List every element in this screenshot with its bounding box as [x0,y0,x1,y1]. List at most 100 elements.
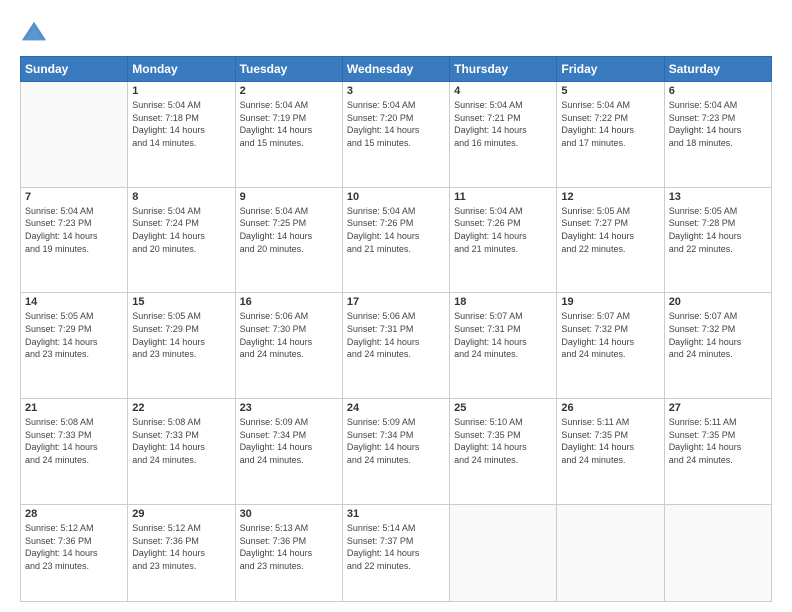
weekday-header-thursday: Thursday [450,57,557,82]
day-info: Sunrise: 5:05 AM Sunset: 7:29 PM Dayligh… [25,310,123,360]
calendar-cell: 27 Sunrise: 5:11 AM Sunset: 7:35 PM Dayli… [664,399,771,505]
week-row-1: 1 Sunrise: 5:04 AM Sunset: 7:18 PM Daylig… [21,82,772,188]
day-number: 30 [240,508,338,520]
day-info: Sunrise: 5:14 AM Sunset: 7:37 PM Dayligh… [347,522,445,572]
day-number: 26 [561,402,659,414]
day-info: Sunrise: 5:07 AM Sunset: 7:32 PM Dayligh… [669,310,767,360]
day-info: Sunrise: 5:08 AM Sunset: 7:33 PM Dayligh… [25,416,123,466]
calendar-cell: 16 Sunrise: 5:06 AM Sunset: 7:30 PM Dayli… [235,293,342,399]
calendar-cell: 20Sunrise: 5:07 AM Sunset: 7:32 PM Dayli… [664,293,771,399]
day-info: Sunrise: 5:06 AM Sunset: 7:31 PM Dayligh… [347,310,445,360]
day-info: Sunrise: 5:04 AM Sunset: 7:21 PM Dayligh… [454,99,552,149]
day-info: Sunrise: 5:05 AM Sunset: 7:28 PM Dayligh… [669,205,767,255]
day-number: 24 [347,402,445,414]
calendar-cell: 3Sunrise: 5:04 AM Sunset: 7:20 PM Daylig… [342,82,449,188]
day-number: 1 [132,85,230,97]
calendar-cell: 12 Sunrise: 5:05 AM Sunset: 7:27 PM Dayli… [557,187,664,293]
calendar-cell: 9 Sunrise: 5:04 AM Sunset: 7:25 PM Daylig… [235,187,342,293]
day-number: 17 [347,296,445,308]
day-number: 29 [132,508,230,520]
day-number: 22 [132,402,230,414]
day-number: 10 [347,191,445,203]
calendar-cell: 17 Sunrise: 5:06 AM Sunset: 7:31 PM Dayli… [342,293,449,399]
day-info: Sunrise: 5:05 AM Sunset: 7:27 PM Dayligh… [561,205,659,255]
calendar-cell [557,504,664,601]
day-info: Sunrise: 5:13 AM Sunset: 7:36 PM Dayligh… [240,522,338,572]
logo-icon [20,18,48,46]
weekday-header-sunday: Sunday [21,57,128,82]
weekday-header-tuesday: Tuesday [235,57,342,82]
calendar-cell: 29 Sunrise: 5:12 AM Sunset: 7:36 PM Dayli… [128,504,235,601]
day-info: Sunrise: 5:08 AM Sunset: 7:33 PM Dayligh… [132,416,230,466]
day-number: 16 [240,296,338,308]
calendar-cell: 4 Sunrise: 5:04 AM Sunset: 7:21 PM Daylig… [450,82,557,188]
day-info: Sunrise: 5:10 AM Sunset: 7:35 PM Dayligh… [454,416,552,466]
day-number: 19 [561,296,659,308]
calendar-cell: 2Sunrise: 5:04 AM Sunset: 7:19 PM Daylig… [235,82,342,188]
calendar-cell: 15 Sunrise: 5:05 AM Sunset: 7:29 PM Dayli… [128,293,235,399]
day-info: Sunrise: 5:09 AM Sunset: 7:34 PM Dayligh… [240,416,338,466]
day-info: Sunrise: 5:04 AM Sunset: 7:22 PM Dayligh… [561,99,659,149]
calendar-cell: 8Sunrise: 5:04 AM Sunset: 7:24 PM Daylig… [128,187,235,293]
weekday-header-wednesday: Wednesday [342,57,449,82]
calendar-cell: 10 Sunrise: 5:04 AM Sunset: 7:26 PM Dayli… [342,187,449,293]
day-number: 25 [454,402,552,414]
day-number: 18 [454,296,552,308]
day-number: 21 [25,402,123,414]
weekday-header-row: SundayMondayTuesdayWednesdayThursdayFrid… [21,57,772,82]
day-number: 12 [561,191,659,203]
day-info: Sunrise: 5:04 AM Sunset: 7:23 PM Dayligh… [669,99,767,149]
weekday-header-monday: Monday [128,57,235,82]
calendar-cell: 24Sunrise: 5:09 AM Sunset: 7:34 PM Dayli… [342,399,449,505]
day-number: 8 [132,191,230,203]
day-number: 6 [669,85,767,97]
day-number: 9 [240,191,338,203]
calendar-cell: 5 Sunrise: 5:04 AM Sunset: 7:22 PM Daylig… [557,82,664,188]
weekday-header-saturday: Saturday [664,57,771,82]
day-info: Sunrise: 5:04 AM Sunset: 7:18 PM Dayligh… [132,99,230,149]
day-number: 23 [240,402,338,414]
calendar-cell: 6 Sunrise: 5:04 AM Sunset: 7:23 PM Daylig… [664,82,771,188]
week-row-4: 21 Sunrise: 5:08 AM Sunset: 7:33 PM Dayli… [21,399,772,505]
calendar-cell: 11Sunrise: 5:04 AM Sunset: 7:26 PM Dayli… [450,187,557,293]
day-info: Sunrise: 5:07 AM Sunset: 7:32 PM Dayligh… [561,310,659,360]
day-info: Sunrise: 5:07 AM Sunset: 7:31 PM Dayligh… [454,310,552,360]
calendar-cell: 7Sunrise: 5:04 AM Sunset: 7:23 PM Daylig… [21,187,128,293]
calendar-cell: 26 Sunrise: 5:11 AM Sunset: 7:35 PM Dayli… [557,399,664,505]
day-info: Sunrise: 5:12 AM Sunset: 7:36 PM Dayligh… [132,522,230,572]
day-info: Sunrise: 5:11 AM Sunset: 7:35 PM Dayligh… [669,416,767,466]
day-number: 27 [669,402,767,414]
day-number: 5 [561,85,659,97]
calendar-cell: 18 Sunrise: 5:07 AM Sunset: 7:31 PM Dayli… [450,293,557,399]
week-row-5: 28 Sunrise: 5:12 AM Sunset: 7:36 PM Dayli… [21,504,772,601]
day-number: 2 [240,85,338,97]
day-number: 28 [25,508,123,520]
calendar-cell: 13 Sunrise: 5:05 AM Sunset: 7:28 PM Dayli… [664,187,771,293]
day-info: Sunrise: 5:11 AM Sunset: 7:35 PM Dayligh… [561,416,659,466]
calendar-cell: 31Sunrise: 5:14 AM Sunset: 7:37 PM Dayli… [342,504,449,601]
calendar-cell: 25 Sunrise: 5:10 AM Sunset: 7:35 PM Dayli… [450,399,557,505]
day-number: 11 [454,191,552,203]
day-info: Sunrise: 5:04 AM Sunset: 7:26 PM Dayligh… [347,205,445,255]
day-number: 15 [132,296,230,308]
day-info: Sunrise: 5:04 AM Sunset: 7:25 PM Dayligh… [240,205,338,255]
calendar-cell [21,82,128,188]
day-info: Sunrise: 5:05 AM Sunset: 7:29 PM Dayligh… [132,310,230,360]
calendar-cell: 21 Sunrise: 5:08 AM Sunset: 7:33 PM Dayli… [21,399,128,505]
day-number: 4 [454,85,552,97]
page: SundayMondayTuesdayWednesdayThursdayFrid… [0,0,792,612]
calendar-cell: 22 Sunrise: 5:08 AM Sunset: 7:33 PM Dayli… [128,399,235,505]
calendar-cell: 28Sunrise: 5:12 AM Sunset: 7:36 PM Dayli… [21,504,128,601]
calendar: SundayMondayTuesdayWednesdayThursdayFrid… [20,56,772,602]
week-row-2: 7Sunrise: 5:04 AM Sunset: 7:23 PM Daylig… [21,187,772,293]
day-number: 14 [25,296,123,308]
calendar-cell: 23 Sunrise: 5:09 AM Sunset: 7:34 PM Dayli… [235,399,342,505]
day-number: 7 [25,191,123,203]
calendar-cell: 14 Sunrise: 5:05 AM Sunset: 7:29 PM Dayli… [21,293,128,399]
day-info: Sunrise: 5:06 AM Sunset: 7:30 PM Dayligh… [240,310,338,360]
calendar-cell [664,504,771,601]
day-number: 3 [347,85,445,97]
calendar-cell: 1 Sunrise: 5:04 AM Sunset: 7:18 PM Daylig… [128,82,235,188]
week-row-3: 14 Sunrise: 5:05 AM Sunset: 7:29 PM Dayli… [21,293,772,399]
day-number: 13 [669,191,767,203]
